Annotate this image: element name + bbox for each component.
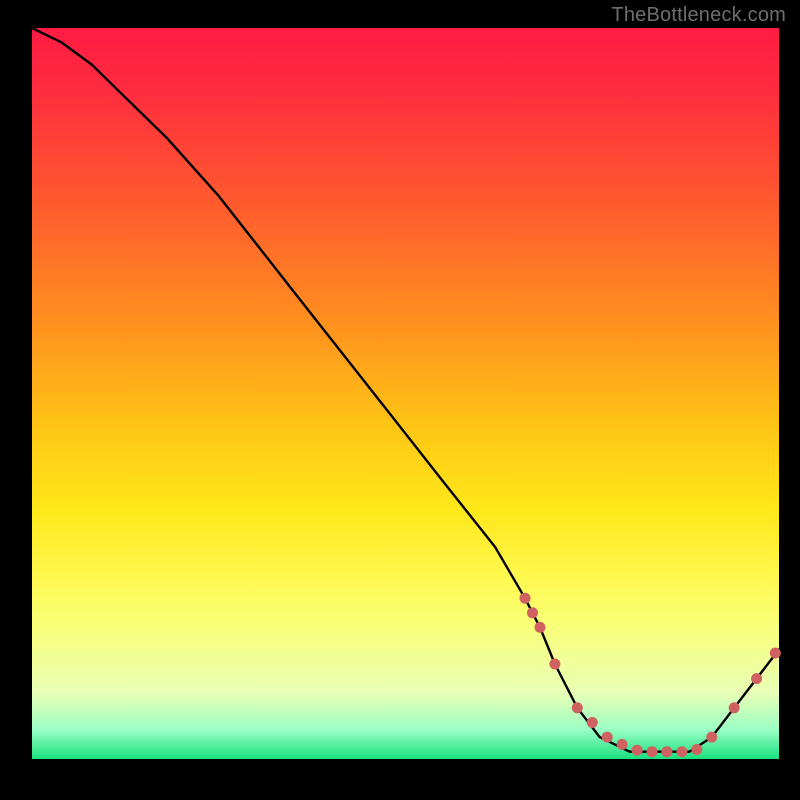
marker-dot xyxy=(587,717,598,728)
marker-dot xyxy=(691,744,702,755)
marker-dot xyxy=(602,732,613,743)
plot-area xyxy=(32,28,779,759)
marker-dot xyxy=(549,659,560,670)
marker-dot xyxy=(535,622,546,633)
marker-dot xyxy=(617,739,628,750)
plot-svg xyxy=(32,28,779,759)
marker-dot xyxy=(647,746,658,757)
marker-dot xyxy=(706,732,717,743)
marker-dot xyxy=(661,746,672,757)
marker-dot xyxy=(572,702,583,713)
marker-dot xyxy=(527,607,538,618)
watermark-text: TheBottleneck.com xyxy=(611,4,786,27)
marker-dot xyxy=(729,702,740,713)
chart-frame: TheBottleneck.com xyxy=(0,0,800,800)
bottleneck-curve xyxy=(32,28,779,752)
marker-group xyxy=(520,593,781,758)
marker-dot xyxy=(520,593,531,604)
marker-dot xyxy=(751,673,762,684)
marker-dot xyxy=(770,648,781,659)
marker-dot xyxy=(676,746,687,757)
marker-dot xyxy=(632,745,643,756)
